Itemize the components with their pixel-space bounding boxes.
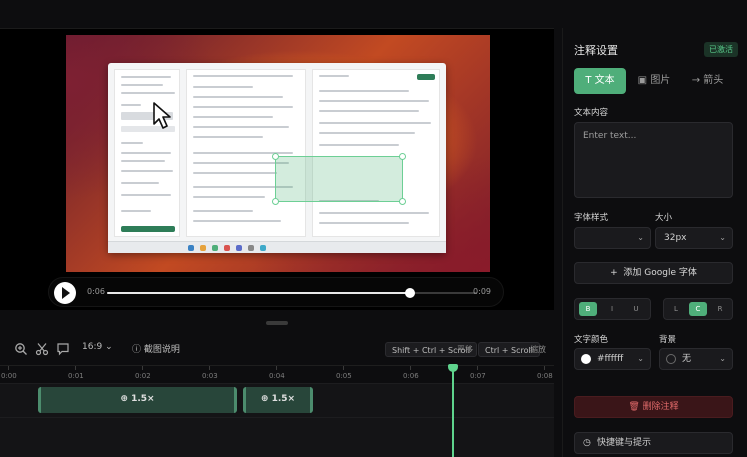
align-center-button[interactable]: C: [689, 302, 707, 316]
zoom-in-icon[interactable]: [14, 342, 28, 356]
ruler-tick-line: [410, 366, 411, 370]
aspect-ratio-select[interactable]: 16:9 ⌄: [82, 342, 113, 352]
ruler-tick-label: 0:04: [269, 372, 285, 380]
ruler-tick-label: 0:06: [403, 372, 419, 380]
color-swatch: [581, 354, 591, 364]
recorded-left-pane: [114, 69, 180, 237]
current-time: 0:06: [87, 287, 105, 296]
recorded-middle-pane: [186, 69, 306, 237]
align-left-button[interactable]: L: [667, 302, 685, 316]
no-color-swatch: [666, 354, 676, 364]
comment-icon[interactable]: [56, 342, 70, 356]
font-style-select[interactable]: ⌄: [574, 227, 651, 249]
italic-button[interactable]: I: [603, 302, 621, 316]
recorded-taskbar: [108, 241, 446, 253]
resize-splitter[interactable]: [266, 321, 288, 325]
text-icon: T: [585, 75, 592, 86]
zoom-icon: ⊕: [120, 394, 128, 404]
background-label: 背景: [659, 335, 677, 345]
shortcut-pan-label: 平移: [457, 345, 473, 354]
recorded-right-pane: [312, 69, 440, 237]
playhead[interactable]: [452, 366, 454, 457]
playback-bar: 0:06 0:09: [48, 277, 504, 307]
align-right-button[interactable]: R: [711, 302, 729, 316]
delete-annotation-button[interactable]: 🗑 删除注释: [574, 396, 733, 418]
seek-knob[interactable]: [405, 288, 416, 298]
help-icon: ⓘ: [132, 345, 142, 355]
ruler-tick-label: 0:05: [336, 372, 352, 380]
preview-area: 0:06 0:09: [0, 28, 554, 310]
background-select[interactable]: 无 ⌄: [659, 348, 733, 370]
clock-icon: ◷: [583, 438, 591, 448]
text-align-group: L C R: [663, 298, 733, 320]
add-google-font-button[interactable]: + 添加 Google 字体: [574, 262, 733, 284]
arrow-icon: →: [691, 75, 701, 86]
status-badge: 已激活: [704, 42, 738, 57]
seek-progress: [107, 292, 411, 294]
play-button[interactable]: [54, 282, 76, 304]
text-placeholder: Enter text...: [583, 131, 637, 141]
timeline-track-annotations[interactable]: [0, 417, 554, 457]
ruler-tick-label: 0:02: [135, 372, 151, 380]
text-color-select[interactable]: #ffffff ⌄: [574, 348, 651, 370]
timeline-ruler[interactable]: 0:00 0:01 0:02 0:03 0:04 0:05 0:06 0:07 0:08: [0, 365, 554, 383]
trash-icon: 🗑: [628, 402, 640, 412]
cursor-icon: [153, 102, 171, 129]
ruler-tick-label: 0:08: [537, 372, 553, 380]
chevron-down-icon: ⌄: [637, 354, 644, 363]
text-style-group: B I U: [574, 298, 651, 320]
image-icon: ▣: [637, 75, 648, 86]
timeline-toolbar: 16:9 ⌄ ⓘ 截图说明 Shift + Ctrl + Scroll 平移 C…: [0, 336, 554, 364]
annotation-selection-box[interactable]: [272, 153, 406, 205]
tab-arrow[interactable]: → 箭头: [682, 68, 733, 94]
tab-text[interactable]: T 文本: [574, 68, 626, 94]
size-select[interactable]: 32px ⌄: [655, 227, 733, 249]
text-content-input[interactable]: Enter text...: [574, 122, 733, 198]
ruler-tick-line: [75, 366, 76, 370]
ruler-tick-label: 0:03: [202, 372, 218, 380]
chevron-down-icon: ⌄: [637, 233, 644, 242]
zoom-clip-2[interactable]: ⊕ 1.5×: [243, 387, 313, 413]
tab-image[interactable]: ▣ 图片: [628, 68, 680, 94]
underline-button[interactable]: U: [627, 302, 645, 316]
text-content-label: 文本内容: [574, 108, 609, 118]
bold-button[interactable]: B: [579, 302, 597, 316]
ruler-tick-line: [343, 366, 344, 370]
shortcut-zoom-label: 缩放: [530, 345, 546, 354]
resize-handle-bl[interactable]: [272, 198, 279, 205]
ruler-tick-line: [544, 366, 545, 370]
chevron-down-icon: ⌄: [105, 342, 113, 352]
plus-icon: +: [610, 268, 618, 278]
font-style-label: 字体样式: [574, 213, 609, 223]
panel-title: 注释设置: [574, 44, 618, 57]
resize-handle-tl[interactable]: [272, 153, 279, 160]
shortcuts-tips-button[interactable]: ◷ 快捷键与提示: [574, 432, 733, 454]
resize-handle-tr[interactable]: [399, 153, 406, 160]
zoom-icon: ⊕: [260, 394, 269, 404]
seek-track[interactable]: [107, 288, 477, 298]
annotation-settings-panel: 注释设置 已激活 T 文本 ▣ 图片 → 箭头 文本内容 Enter text.…: [562, 28, 747, 457]
ruler-tick-label: 0:01: [68, 372, 84, 380]
ruler-tick-line: [142, 366, 143, 370]
resize-handle-br[interactable]: [399, 198, 406, 205]
ruler-tick-line: [8, 366, 9, 370]
ruler-tick-line: [276, 366, 277, 370]
text-color-label: 文字颜色: [574, 335, 609, 345]
ruler-tick-label: 0:07: [470, 372, 486, 380]
annotation-type-tabs: T 文本 ▣ 图片 → 箭头: [574, 68, 733, 94]
chevron-down-icon: ⌄: [719, 354, 726, 363]
scissors-icon[interactable]: [35, 342, 49, 356]
ruler-tick-line: [209, 366, 210, 370]
chevron-down-icon: ⌄: [719, 233, 726, 242]
zoom-clip-1[interactable]: ⊕ 1.5×: [38, 387, 237, 413]
video-frame[interactable]: [66, 35, 490, 272]
help-button[interactable]: ⓘ 截图说明: [132, 342, 180, 355]
end-time: 0:09: [473, 287, 491, 296]
ruler-tick-line: [477, 366, 478, 370]
size-label: 大小: [655, 213, 673, 223]
ruler-tick-label: 0:00: [1, 372, 17, 380]
